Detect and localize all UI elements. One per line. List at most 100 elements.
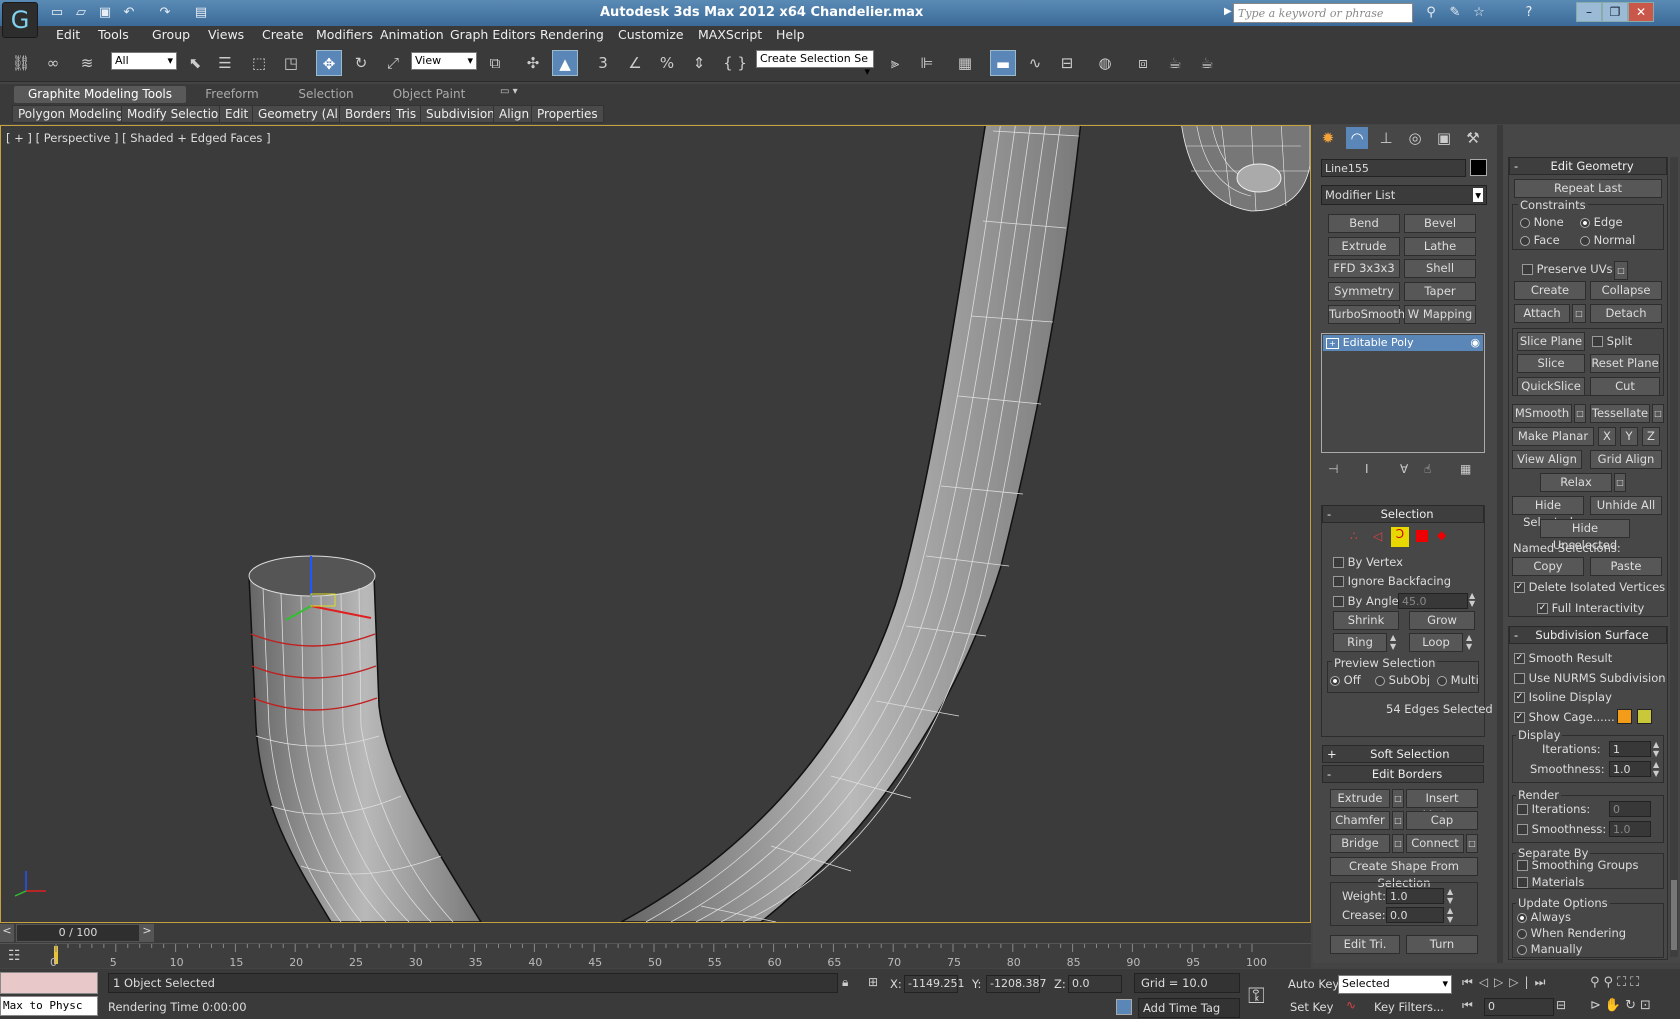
zoom-extents-icon[interactable]: ⛶ xyxy=(1617,975,1630,990)
border-extrude-button[interactable]: Extrude xyxy=(1330,789,1390,808)
stack-item-editable-poly[interactable]: + Editable Poly ◉ xyxy=(1323,335,1483,351)
detach-button[interactable]: Detach xyxy=(1590,304,1662,323)
play-icon[interactable]: ▷ xyxy=(1494,975,1509,989)
time-configuration-icon[interactable]: ⊟ xyxy=(1556,998,1566,1012)
layer-manager-icon[interactable]: ▦ xyxy=(952,50,978,76)
modifier-uvw-mapping-button[interactable]: W Mapping Cle xyxy=(1404,305,1476,324)
tab-selection[interactable]: Selection xyxy=(290,86,362,103)
orbit-icon[interactable]: ↻ xyxy=(1625,998,1640,1013)
chamfer-settings-icon[interactable]: □ xyxy=(1392,811,1404,830)
edit-named-selection-icon[interactable]: { } xyxy=(722,50,748,76)
next-frame-icon[interactable]: ▷| xyxy=(1509,975,1534,989)
crease-spinner[interactable]: 0.0 xyxy=(1386,907,1444,923)
preserve-uvs-checkbox[interactable] xyxy=(1522,264,1533,275)
constraint-none-radio[interactable] xyxy=(1520,217,1530,228)
key-filters-button[interactable]: Key Filters... xyxy=(1374,1000,1444,1014)
isoline-display-checkbox[interactable]: ✓ xyxy=(1514,692,1525,703)
bind-space-warp-icon[interactable]: ≋ xyxy=(74,50,100,76)
preserve-uvs-option[interactable]: Preserve UVs xyxy=(1522,262,1613,276)
edit-geometry-rollout-header[interactable]: - Edit Geometry xyxy=(1509,157,1667,175)
named-selection-set-dropdown[interactable]: Create Selection Se ▾ xyxy=(756,50,874,78)
menu-customize[interactable]: Customize xyxy=(618,27,684,42)
update-always-radio[interactable] xyxy=(1517,912,1527,923)
rendered-frame-window-icon[interactable]: ☕ xyxy=(1162,50,1188,76)
search-expand-icon[interactable]: ▶ xyxy=(1224,6,1232,17)
hide-unselected-button[interactable]: Hide Unselected xyxy=(1540,519,1630,552)
subtab-modify-selection[interactable]: Modify Selection xyxy=(121,105,232,123)
planar-z-button[interactable]: Z xyxy=(1642,427,1660,446)
turn-button[interactable]: Turn xyxy=(1406,935,1478,954)
materials-option[interactable]: Materials xyxy=(1517,875,1584,889)
new-file-icon[interactable]: ▭ xyxy=(48,4,66,22)
absolute-mode-icon[interactable]: ⊞ xyxy=(868,975,878,989)
menu-modifiers[interactable]: Modifiers xyxy=(316,27,373,42)
planar-y-button[interactable]: Y xyxy=(1620,427,1638,446)
pan-view-icon[interactable]: ✋ xyxy=(1605,998,1625,1013)
preserve-uvs-settings-icon[interactable]: □ xyxy=(1614,261,1628,280)
cap-button[interactable]: Cap xyxy=(1406,811,1478,830)
minimize-button[interactable]: – xyxy=(1576,2,1602,22)
menu-views[interactable]: Views xyxy=(208,27,244,42)
angle-spinner[interactable]: 45.0 xyxy=(1398,593,1468,609)
relax-button[interactable]: Relax xyxy=(1540,473,1612,492)
soft-selection-rollout-header[interactable]: + Soft Selection xyxy=(1322,745,1484,763)
smoothness-spinner[interactable]: 1.0 xyxy=(1609,761,1651,777)
copy-button[interactable]: Copy xyxy=(1512,557,1584,576)
set-key-button[interactable]: Set Key xyxy=(1290,1000,1333,1014)
previous-frame-icon[interactable]: ◁ xyxy=(1479,975,1494,989)
default-in-out-tangent-icon[interactable]: ∿ xyxy=(1346,998,1356,1012)
slice-button[interactable]: Slice xyxy=(1517,354,1585,373)
by-vertex-option[interactable]: By Vertex xyxy=(1333,555,1403,569)
window-crossing-icon[interactable]: ◳ xyxy=(278,50,304,76)
communication-center-icon[interactable]: ✎ xyxy=(1446,4,1464,22)
reference-coordinate-dropdown[interactable]: View ▾ xyxy=(411,52,477,70)
split-option[interactable]: Split xyxy=(1592,334,1632,348)
paste-button[interactable]: Paste xyxy=(1590,557,1662,576)
viewport-label[interactable]: [ + ] [ Perspective ] [ Shaded + Edged F… xyxy=(6,131,271,145)
full-interactivity-checkbox[interactable]: ✓ xyxy=(1537,603,1548,614)
edit-tri-button[interactable]: Edit Tri. xyxy=(1330,935,1400,954)
menu-animation[interactable]: Animation xyxy=(380,27,444,42)
pin-stack-icon[interactable]: ⊣ xyxy=(1328,462,1338,476)
subtab-edit[interactable]: Edit xyxy=(219,105,255,123)
align-icon[interactable]: ⊫ xyxy=(914,50,940,76)
current-frame-field[interactable]: 0 xyxy=(1484,998,1554,1016)
preview-subobj-radio[interactable] xyxy=(1375,675,1385,686)
border-mode-icon[interactable]: Ͻ xyxy=(1391,527,1409,547)
constraint-face-option[interactable]: Face xyxy=(1520,233,1560,247)
field-of-view-icon[interactable]: ⊳ xyxy=(1590,998,1605,1013)
create-shape-button[interactable]: Create Shape From Selection xyxy=(1330,857,1478,890)
preview-off-radio[interactable] xyxy=(1330,675,1340,686)
update-always-option[interactable]: Always xyxy=(1517,910,1571,924)
update-when-rendering-option[interactable]: When Rendering xyxy=(1517,926,1626,940)
render-iterations-spinner[interactable]: 0 xyxy=(1609,801,1651,817)
time-slider-next-button[interactable]: > xyxy=(140,924,154,942)
tab-object-paint[interactable]: Object Paint xyxy=(384,86,474,103)
quickslice-button[interactable]: QuickSlice xyxy=(1517,377,1585,396)
auto-key-button[interactable]: Auto Key xyxy=(1288,977,1339,991)
edge-mode-icon[interactable]: ◁ xyxy=(1373,529,1382,543)
modifier-list-dropdown[interactable]: Modifier List ▾ xyxy=(1321,185,1487,205)
zoom-icon[interactable]: ⚲ xyxy=(1590,975,1604,990)
tessellate-button[interactable]: Tessellate xyxy=(1590,404,1650,423)
hide-selected-button[interactable]: Hide Selected xyxy=(1512,496,1584,529)
delete-isolated-checkbox[interactable]: ✓ xyxy=(1514,582,1525,593)
create-button[interactable]: Create xyxy=(1514,281,1586,300)
redo-icon[interactable]: ↷ xyxy=(156,4,174,22)
select-and-rotate-icon[interactable]: ↻ xyxy=(348,50,374,76)
preview-subobj-option[interactable]: SubObj xyxy=(1375,673,1430,687)
curve-editor-icon[interactable]: ∿ xyxy=(1022,50,1048,76)
menu-maxscript[interactable]: MAXScript xyxy=(698,27,762,42)
cage-color-swatch-1[interactable] xyxy=(1617,709,1632,724)
project-folder-icon[interactable]: ▤ xyxy=(192,4,210,22)
border-extrude-settings-icon[interactable]: □ xyxy=(1392,789,1404,808)
menu-create[interactable]: Create xyxy=(262,27,304,42)
subtab-tris[interactable]: Tris xyxy=(390,105,423,123)
subdivision-rollout-header[interactable]: - Subdivision Surface xyxy=(1509,626,1667,644)
show-cage-option[interactable]: ✓ Show Cage...... xyxy=(1514,710,1615,724)
subtab-polygon-modeling[interactable]: Polygon Modeling xyxy=(12,105,130,123)
modifier-ffd-button[interactable]: FFD 3x3x3 xyxy=(1328,259,1400,278)
slice-plane-button[interactable]: Slice Plane xyxy=(1517,332,1585,351)
render-smoothness-option[interactable]: Smoothness: xyxy=(1517,822,1606,836)
modifier-turbosmooth-button[interactable]: TurboSmooth xyxy=(1328,305,1405,324)
